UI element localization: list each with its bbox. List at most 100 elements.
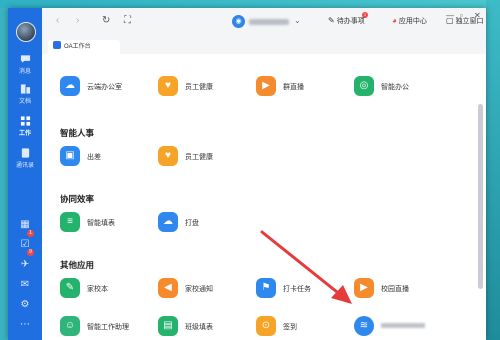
app-center-icon: ◕ [392,16,397,25]
app-redacted[interactable]: ≋ [354,316,454,338]
app-campus-live[interactable]: ▶ 校园直播 [354,278,444,300]
heart-icon: ♥ [158,146,178,166]
nav-bottom-settings[interactable]: ⚙ [8,294,42,312]
app-smart-form[interactable]: ≡ 智能填表 [60,212,150,234]
notebook-icon: ✎ [60,278,80,298]
app-name: 员工健康 [185,154,213,161]
app-name: 家校本 [87,286,108,293]
app-checkin-task[interactable]: ⚑ 打卡任务 [256,278,346,300]
campus-live-icon: ▶ [354,278,374,298]
nav-label: 消息 [18,69,31,75]
side-nav: 消息 文档 工作 通讯录 ▦ ☑ 1 ✈ 9 ✉ ⚙ ⋯ [8,8,42,340]
cloud-disk-icon: ☁ [158,212,178,232]
app-name: 智能工作助理 [87,324,129,331]
app-home-school-book[interactable]: ✎ 家校本 [60,278,150,300]
document-icon [20,84,30,94]
todo-badge: 1 [362,12,368,18]
todo-button[interactable]: ✎ 待办事项 1 [328,12,368,26]
app-group-live[interactable]: ▶ 群直播 [256,76,346,98]
title-bar: ‹ › ↻ ⛶ ◉ ⌄ ✎ 待办事项 1 ◕ 应用中心 ▢ 独立窗口 — ▫ ✕ [42,8,486,37]
todo-label: 待办事项 [336,18,365,25]
nav-label: 文档 [18,99,31,105]
section-title-other: 其他应用 [60,260,95,270]
tab-bar: OA工作台 [42,36,486,54]
desktop-background-edge [486,0,500,340]
app-center-label: 应用中心 [398,18,427,25]
nav-bottom-mail[interactable]: ✉ [8,274,42,292]
app-name-redacted [381,323,425,328]
organization-icon: ◉ [232,15,245,28]
scrollbar[interactable] [478,104,483,289]
nav-label: 工作 [18,131,31,137]
nav-item-work[interactable]: 工作 [8,116,42,137]
oa-icon [53,41,61,50]
app-cloud-disk[interactable]: ☁ 打盘 [158,212,248,234]
desktop-background-top [0,0,500,8]
app-smart-assistant[interactable]: ☺ 智能工作助理 [60,316,150,338]
nav-label: 通讯录 [15,163,34,169]
app-name: 校园直播 [381,286,409,293]
section-title-collab: 协同效率 [60,194,95,204]
tab-label: OA工作台 [64,44,91,50]
chevron-down-icon: ⌄ [294,16,301,25]
app-name: 智能填表 [87,220,115,227]
assistant-icon: ☺ [60,316,80,336]
edit-icon: ✎ [328,16,335,25]
app-name: 出差 [87,154,101,161]
badge: 1 [27,230,34,237]
location-pin-icon: ⊙ [256,316,276,336]
app-sign-in[interactable]: ⊙ 签到 [256,316,346,338]
contacts-icon [21,148,29,158]
more-icon: ⋯ [20,319,30,330]
app-name: 家校通知 [185,286,213,293]
fullscreen-button[interactable]: ⛶ [124,16,131,26]
badge: 9 [27,249,34,256]
class-form-icon: ▤ [158,316,178,336]
account-name-redacted [249,19,289,25]
app-employee-health[interactable]: ♥ 员工健康 [158,76,248,98]
avatar[interactable] [16,22,36,42]
nav-bottom-apps[interactable]: ▦ [8,214,42,232]
nav-item-messages[interactable]: 消息 [8,54,42,75]
form-icon: ≡ [60,212,80,232]
grid-icon [20,116,30,126]
section-title-hr: 智能人事 [60,128,95,138]
app-name: 群直播 [283,84,304,91]
maximize-button[interactable]: ▫ [460,11,463,20]
nav-bottom-send[interactable]: ✈ [8,254,42,272]
nav-bottom-more[interactable]: ⋯ [8,314,42,332]
account-switcher[interactable]: ◉ ⌄ [232,15,302,29]
app-name: 云端办公室 [87,84,122,91]
forward-button[interactable]: › [76,16,79,26]
apps-icon: ▦ [20,219,30,230]
app-name: 打卡任务 [283,286,311,293]
briefcase-icon: ▣ [60,146,80,166]
workbench-content: ☁ 云端办公室 ♥ 员工健康 ▶ 群直播 ◎ 智能办公 智能人事 ▣ 出差 ♥ … [42,54,486,340]
minimize-button[interactable]: — [446,11,454,20]
app-class-form[interactable]: ▤ 班级填表 [158,316,248,338]
app-name: 打盘 [185,220,199,227]
mail-icon: ✉ [20,279,30,290]
app-name: 智能办公 [381,84,409,91]
tab-oa-workbench[interactable]: OA工作台 [48,40,120,54]
paper-plane-icon: ✈ [20,259,30,270]
chat-icon [20,55,30,63]
megaphone-icon: ◀ [158,278,178,298]
cloud-icon: ☁ [60,76,80,96]
back-button[interactable]: ‹ [56,16,59,26]
app-home-school-notice[interactable]: ◀ 家校通知 [158,278,248,300]
app-center-button[interactable]: ◕ 应用中心 [392,16,427,26]
nav-item-documents[interactable]: 文档 [8,84,42,105]
nav-bottom-tasks[interactable]: ☑ [8,234,42,252]
app-employee-health-hr[interactable]: ♥ 员工健康 [158,146,248,168]
nav-item-contacts[interactable]: 通讯录 [8,148,42,169]
checkin-icon: ⚑ [256,278,276,298]
app-name: 员工健康 [185,84,213,91]
heart-icon: ♥ [158,76,178,96]
app-business-trip[interactable]: ▣ 出差 [60,146,150,168]
refresh-button[interactable]: ↻ [102,16,110,26]
close-button[interactable]: ✕ [474,11,481,20]
app-name: 签到 [283,324,297,331]
app-smart-office[interactable]: ◎ 智能办公 [354,76,444,98]
app-cloud-office[interactable]: ☁ 云端办公室 [60,76,150,98]
